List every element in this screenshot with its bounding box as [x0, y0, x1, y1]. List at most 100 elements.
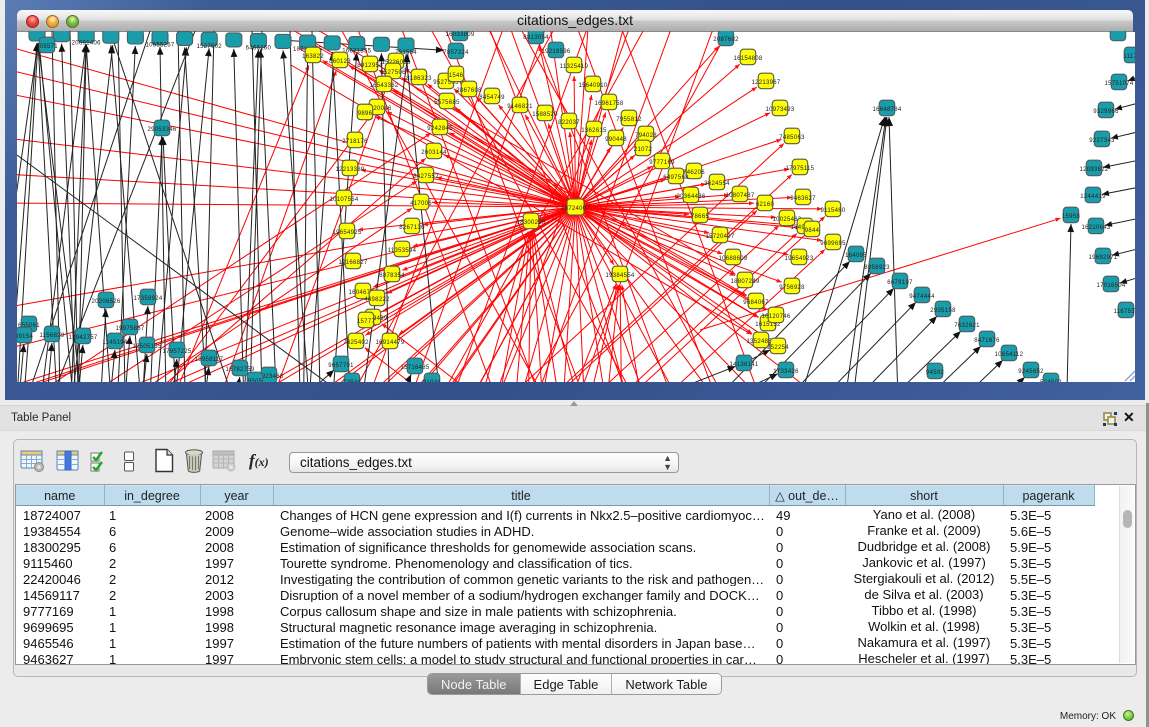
svg-text:9242845: 9242845	[427, 126, 453, 132]
svg-text:1156829: 1156829	[39, 333, 64, 339]
svg-text:20364436: 20364436	[676, 194, 705, 200]
svg-text:10654112: 10654112	[995, 352, 1024, 358]
svg-text:252254: 252254	[767, 345, 789, 351]
svg-text:14136141: 14136141	[729, 362, 758, 368]
svg-text:20206526: 20206526	[91, 299, 120, 305]
svg-text:8454749: 8454749	[479, 95, 505, 101]
svg-text:16914479: 16914479	[375, 340, 404, 346]
svg-text:2718176: 2718176	[342, 139, 368, 145]
svg-text:19166827: 19166827	[338, 260, 367, 266]
svg-text:8186323: 8186323	[406, 76, 432, 82]
svg-text:990448: 990448	[605, 137, 627, 143]
svg-text:9756928: 9756928	[779, 285, 805, 291]
svg-text:1362615: 1362615	[581, 128, 607, 134]
svg-text:9699695: 9699695	[820, 241, 846, 247]
svg-text:2867608: 2867608	[456, 88, 482, 94]
svg-text:16033809: 16033809	[445, 32, 474, 38]
svg-text:10120746: 10120746	[761, 314, 790, 320]
svg-text:6679197: 6679197	[887, 280, 913, 286]
svg-text:19692971: 19692971	[1088, 255, 1117, 261]
svg-text:5575685: 5575685	[434, 100, 460, 106]
svg-text:8471676: 8471676	[974, 338, 1000, 344]
svg-text:20691406: 20691406	[72, 41, 101, 47]
svg-text:39154: 39154	[17, 334, 33, 340]
svg-text:9227343: 9227343	[1089, 138, 1115, 144]
svg-text:12213967: 12213967	[751, 80, 780, 86]
svg-text:3624554: 3624554	[704, 181, 730, 187]
svg-text:12942757: 12942757	[68, 335, 97, 341]
svg-text:16961758: 16961758	[594, 101, 623, 107]
svg-text:19654925: 19654925	[332, 230, 361, 236]
svg-text:18724007: 18724007	[561, 206, 590, 212]
svg-text:7857224: 7857224	[443, 50, 469, 56]
svg-text:164095: 164095	[845, 253, 867, 259]
svg-text:7485063: 7485063	[779, 135, 805, 141]
svg-text:10688609: 10688609	[718, 256, 747, 262]
svg-text:1527602: 1527602	[196, 44, 222, 50]
svg-text:62160: 62160	[756, 202, 775, 208]
svg-text:18300295: 18300295	[516, 220, 545, 226]
svg-text:15751074: 15751074	[1104, 81, 1133, 87]
svg-text:15720407: 15720407	[705, 234, 734, 240]
svg-text:860123: 860123	[329, 59, 351, 65]
svg-text:16210643: 16210643	[1081, 225, 1110, 231]
svg-text:9684067: 9684067	[743, 300, 769, 306]
svg-text:21072: 21072	[634, 147, 653, 153]
svg-text:15958: 15958	[1062, 214, 1081, 220]
svg-text:12093822: 12093822	[1079, 167, 1108, 173]
svg-text:16154808: 16154808	[733, 56, 762, 62]
svg-text:6466160: 6466160	[246, 46, 272, 52]
svg-text:7625402: 7625402	[343, 340, 369, 346]
svg-text:405571: 405571	[36, 44, 58, 50]
svg-text:524502: 524502	[1040, 380, 1062, 382]
svg-text:8958923: 8958923	[864, 265, 890, 271]
svg-text:8878354: 8878354	[379, 273, 405, 279]
svg-text:4498222: 4498222	[364, 297, 390, 303]
svg-text:9245652: 9245652	[1018, 369, 1044, 375]
svg-text:17359924: 17359924	[133, 296, 162, 302]
svg-text:11325419: 11325419	[560, 64, 589, 70]
svg-text:11175: 11175	[1123, 54, 1135, 60]
svg-text:2603144: 2603144	[421, 150, 447, 156]
svg-text:8427552: 8427552	[413, 174, 439, 180]
svg-text:10655267: 10655267	[145, 43, 174, 49]
svg-text:1244419: 1244419	[1080, 194, 1106, 200]
svg-text:9329966: 9329966	[1093, 109, 1119, 115]
svg-text:9896: 9896	[358, 111, 373, 117]
svg-text:15777: 15777	[357, 319, 376, 325]
svg-text:11353594: 11353594	[388, 248, 417, 254]
svg-text:1588520: 1588520	[532, 112, 558, 118]
svg-text:2087682: 2087682	[713, 37, 739, 43]
svg-text:9844: 9844	[805, 228, 820, 234]
svg-text:9463627: 9463627	[790, 196, 816, 202]
svg-text:16543362: 16543362	[369, 83, 398, 89]
svg-text:1145194: 1145194	[102, 340, 127, 346]
svg-text:19384554: 19384554	[605, 273, 634, 279]
svg-text:1733426: 1733426	[773, 369, 799, 375]
svg-text:10973493: 10973493	[765, 107, 794, 113]
svg-text:17957225: 17957225	[162, 349, 191, 355]
svg-text:10807487: 10807487	[725, 193, 754, 199]
svg-text:6497568: 6497568	[663, 175, 689, 181]
svg-text:17016504: 17016504	[1096, 283, 1125, 289]
svg-text:7632621: 7632621	[954, 323, 980, 329]
svg-text:9115460: 9115460	[820, 208, 845, 214]
svg-text:417006: 417006	[410, 201, 432, 207]
svg-text:91044: 91044	[423, 380, 442, 382]
svg-text:94502: 94502	[926, 370, 945, 376]
svg-text:16648784: 16648784	[872, 107, 901, 113]
svg-text:163822: 163822	[302, 54, 324, 60]
svg-text:7955812: 7955812	[616, 117, 642, 123]
svg-text:9474444: 9474444	[909, 294, 935, 300]
svg-text:9505: 9505	[248, 379, 263, 382]
svg-text:12505155: 12505155	[132, 344, 161, 350]
svg-text:8912954: 8912954	[357, 63, 383, 69]
svg-text:29053346: 29053346	[147, 127, 176, 133]
svg-text:2935158: 2935158	[930, 308, 956, 314]
svg-text:19654923: 19654923	[784, 256, 813, 262]
svg-text:822037: 822037	[558, 120, 580, 126]
svg-text:78665: 78665	[691, 214, 710, 220]
svg-text:15640910: 15640910	[578, 83, 607, 89]
svg-text:794028: 794028	[635, 133, 657, 139]
svg-text:9146821: 9146821	[507, 104, 533, 110]
